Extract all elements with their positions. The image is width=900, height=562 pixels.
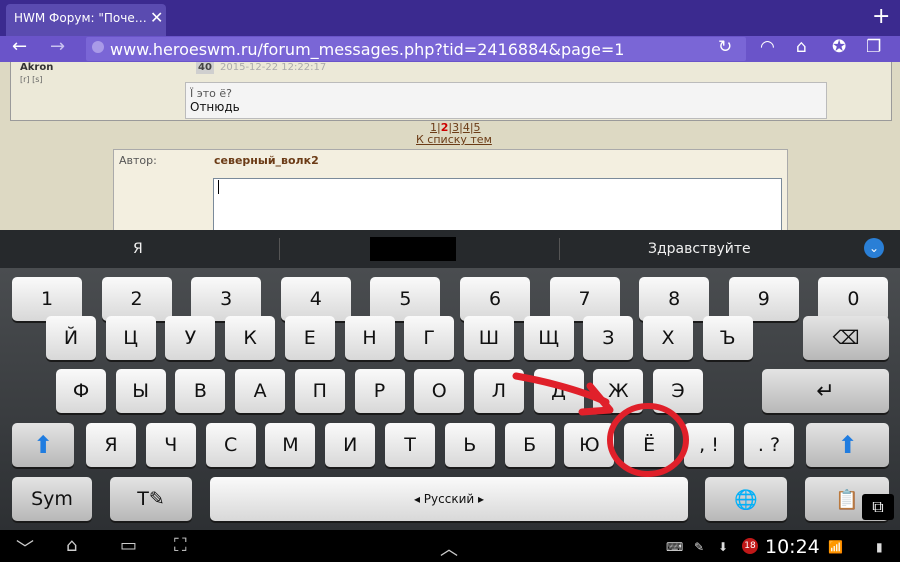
signal-icon: 📶 — [828, 540, 843, 554]
battery-icon: ▮ — [876, 540, 883, 554]
recent-apps-icon[interactable]: ▭ — [120, 535, 137, 556]
notification-badge: 18 — [742, 538, 758, 554]
home-button-icon[interactable]: ⌂ — [66, 535, 77, 556]
chevron-up-icon[interactable]: ︿ — [440, 535, 458, 561]
annotation-circle — [607, 403, 689, 477]
annotation-overlay — [512, 372, 689, 477]
pen-status-icon: ✎ — [694, 540, 705, 554]
clock: 10:24 — [765, 536, 820, 558]
hide-keyboard-icon[interactable]: ﹀ — [16, 535, 34, 561]
download-icon: ⬇ — [718, 540, 729, 554]
keyboard-status-icon: ⌨ — [666, 540, 684, 554]
screenshot-icon[interactable]: ⛶ — [174, 535, 187, 556]
window-overlay-icon[interactable]: ⧉ — [862, 494, 894, 520]
